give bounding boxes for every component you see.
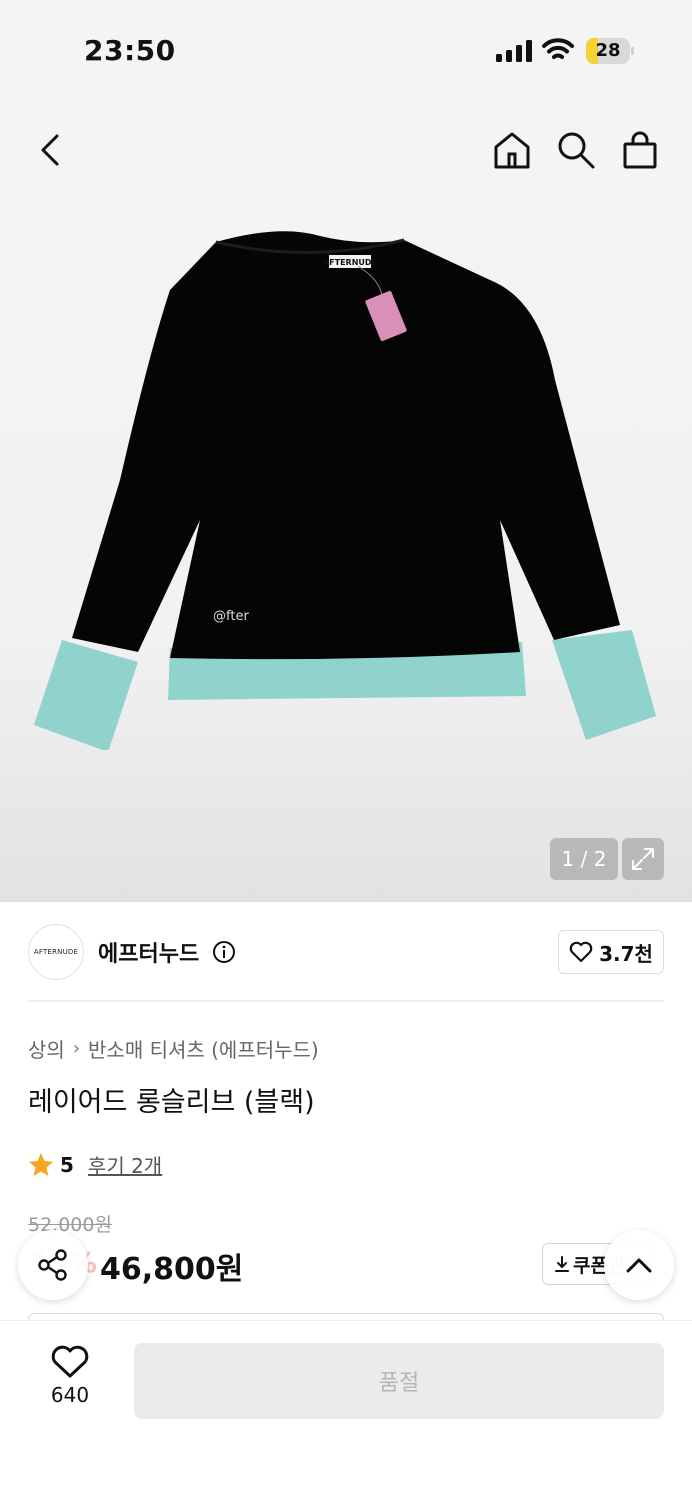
breadcrumb-category[interactable]: 상의 bbox=[28, 1034, 65, 1063]
brand-logo[interactable]: AFTERNUDE bbox=[28, 924, 84, 980]
breadcrumb-separator-icon: › bbox=[72, 1038, 81, 1059]
product-gallery[interactable]: AFTERNUDE @fter 1 / 2 bbox=[0, 100, 692, 902]
status-time: 23:50 bbox=[84, 34, 176, 67]
info-icon[interactable] bbox=[212, 940, 236, 964]
divider bbox=[28, 1000, 664, 1002]
product-title: 레이어드 롱슬리브 (블랙) bbox=[28, 1087, 315, 1118]
heart-icon bbox=[569, 941, 593, 963]
neck-label: AFTERNUDE bbox=[323, 258, 377, 267]
home-button[interactable] bbox=[490, 128, 534, 172]
battery-icon: 28 bbox=[586, 38, 634, 64]
battery-level: 28 bbox=[595, 40, 621, 61]
brand-name[interactable]: 에프터누드 bbox=[98, 936, 199, 968]
rating-value: 5 bbox=[60, 1152, 74, 1177]
breadcrumb: 상의 › 반소매 티셔츠 (에프터누드) bbox=[28, 1034, 319, 1063]
coupon-label: 쿠폰 bbox=[573, 1254, 608, 1277]
wishlist-count: 640 bbox=[50, 1383, 90, 1407]
back-button[interactable] bbox=[28, 128, 72, 172]
scroll-to-top-button[interactable] bbox=[604, 1230, 674, 1300]
share-button[interactable] bbox=[18, 1230, 88, 1300]
download-icon bbox=[555, 1256, 569, 1272]
product-image: AFTERNUDE @fter bbox=[34, 231, 656, 750]
chevron-up-icon bbox=[626, 1258, 652, 1273]
review-link[interactable]: 후기 2개 bbox=[88, 1150, 162, 1179]
bottom-action-bar: 640 품절 bbox=[0, 1320, 692, 1500]
chevron-left-icon bbox=[41, 134, 59, 166]
wifi-icon bbox=[542, 38, 574, 59]
embroidery-text: @fter bbox=[213, 609, 249, 624]
image-counter: 1 / 2 bbox=[550, 838, 618, 880]
cellular-signal-icon bbox=[496, 40, 532, 62]
star-icon bbox=[29, 1152, 53, 1176]
expand-icon bbox=[632, 848, 654, 870]
wishlist-button[interactable]: 640 bbox=[40, 1345, 100, 1415]
breadcrumb-subcategory[interactable]: 반소매 티셔츠 (에프터누드) bbox=[88, 1034, 319, 1063]
brand-like-button[interactable]: 3.7천 bbox=[558, 930, 664, 974]
sold-out-button[interactable]: 품절 bbox=[134, 1343, 664, 1419]
status-bar: 23:50 28 bbox=[0, 0, 692, 100]
cart-button[interactable] bbox=[618, 128, 662, 172]
rating-row: 5 후기 2개 bbox=[28, 1150, 162, 1179]
home-icon bbox=[494, 132, 530, 169]
sale-price: 46,800원 bbox=[100, 1252, 244, 1287]
brand-logo-text: AFTERNUDE bbox=[33, 948, 79, 956]
brand-like-count: 3.7천 bbox=[599, 941, 653, 966]
shopping-bag-icon bbox=[623, 131, 657, 169]
share-icon bbox=[38, 1249, 67, 1281]
search-button[interactable] bbox=[554, 128, 598, 172]
heart-icon bbox=[51, 1345, 89, 1378]
expand-image-button[interactable] bbox=[622, 838, 664, 880]
search-icon bbox=[558, 132, 595, 169]
